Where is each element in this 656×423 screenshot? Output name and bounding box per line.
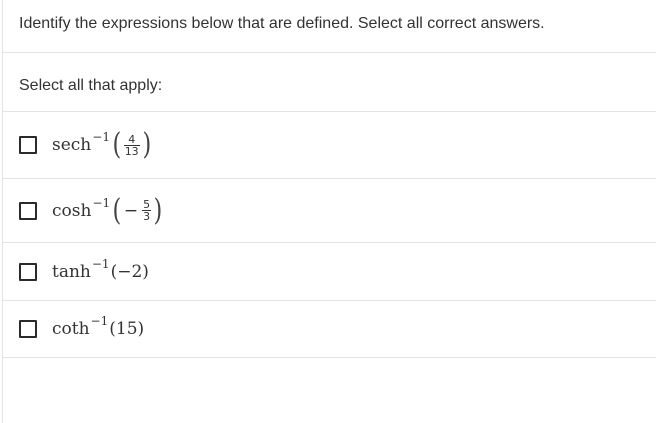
denominator: 13: [123, 144, 140, 158]
right-paren: ): [153, 192, 163, 228]
function-name: sech: [52, 135, 92, 155]
expression: cosh −1(−5 3): [52, 192, 164, 228]
fraction: 53: [142, 198, 152, 223]
numerator: 4: [128, 132, 136, 146]
function-name: tanh: [52, 261, 91, 282]
numerator: 5: [143, 198, 151, 211]
expression: sech −1(4 13): [52, 130, 152, 160]
expression: tanh −1 (−2): [52, 257, 149, 282]
exponent: −1: [91, 256, 110, 271]
denominator: 3: [142, 210, 152, 223]
fraction: 4 13: [123, 132, 140, 158]
checkbox[interactable]: [19, 201, 37, 220]
checkbox[interactable]: [19, 136, 37, 154]
right-paren: ): [142, 127, 151, 162]
argument: (15): [109, 319, 145, 339]
argument: (−2): [110, 261, 149, 282]
question-text: Identify the expressions below that are …: [3, 0, 656, 53]
left-paren: (: [112, 127, 122, 162]
answer-option-cosh[interactable]: cosh −1(−5 3): [3, 179, 656, 243]
exponent: −1: [92, 195, 111, 210]
answer-option-tanh[interactable]: tanh −1 (−2): [3, 243, 656, 301]
question-panel: Identify the expressions below that are …: [2, 0, 656, 423]
answer-option-coth[interactable]: coth −1 (15): [3, 301, 656, 358]
checkbox[interactable]: [19, 262, 37, 281]
instruction-text: Select all that apply:: [3, 53, 656, 112]
function-name: coth: [52, 319, 90, 339]
expression: coth −1 (15): [52, 314, 145, 339]
answer-option-sech[interactable]: sech −1(4 13): [3, 112, 656, 179]
minus-sign: −: [123, 200, 139, 221]
left-paren: (: [112, 192, 122, 228]
exponent: −1: [90, 314, 109, 328]
function-name: cosh: [52, 200, 92, 221]
exponent: −1: [92, 130, 110, 144]
checkbox[interactable]: [19, 320, 37, 338]
